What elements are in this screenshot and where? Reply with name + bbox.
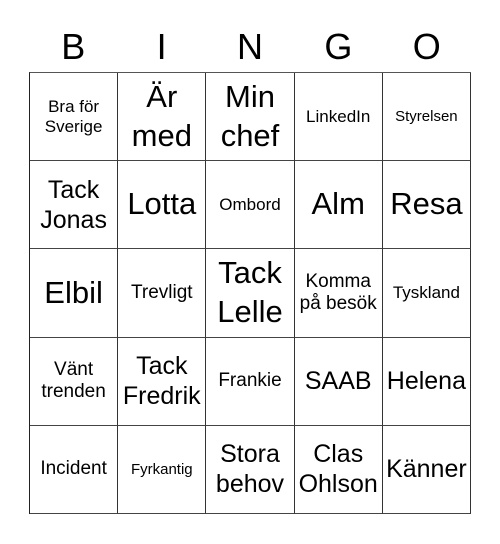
bingo-cell-r3-c1[interactable]: Elbil (30, 249, 119, 338)
bingo-cell-r1-c3[interactable]: Min chef (206, 73, 295, 162)
bingo-cell-r1-c1[interactable]: Bra för Sverige (30, 73, 119, 162)
bingo-cell-r4-c1[interactable]: Vänt trenden (30, 337, 119, 426)
bingo-cell-r4-c4[interactable]: SAAB (294, 337, 383, 426)
header-letter-n: N (236, 26, 263, 67)
header-letter-b: B (61, 26, 86, 67)
bingo-board: Bra för Sverige Är med Min chef LinkedIn Sty… (29, 72, 471, 514)
bingo-cell-label: Styrelsen (395, 107, 458, 125)
bingo-cell-label: Tack Lelle (217, 255, 283, 329)
bingo-cell-label: Alm (311, 186, 365, 222)
bingo-cell-label: Tack Jonas (40, 175, 107, 234)
bingo-cell-label: Känner (386, 455, 467, 484)
bingo-cell-label: Trevligt (130, 282, 193, 304)
bingo-cell-label: Komma på besök (299, 271, 377, 314)
bingo-cell-r3-c4[interactable]: Komma på besök (294, 249, 383, 338)
bingo-cell-label: Ombord (219, 195, 281, 215)
header-letter-g: G (324, 26, 353, 67)
bingo-cell-label: Stora behov (215, 440, 285, 499)
bingo-cell-label: Resa (390, 186, 463, 222)
bingo-cell-label: Tack Fredrik (122, 352, 201, 411)
bingo-cell-r5-c2[interactable]: Fyrkantig (118, 425, 207, 514)
bingo-cell-r1-c4[interactable]: LinkedIn (294, 73, 383, 162)
bingo-cell-label: Frankie (218, 370, 282, 392)
bingo-cell-label: Elbil (44, 274, 103, 310)
bingo-cell-label: LinkedIn (306, 106, 371, 126)
bingo-cell-r2-c3[interactable]: Ombord (206, 161, 295, 250)
bingo-cell-r5-c3[interactable]: Stora behov (206, 425, 295, 514)
bingo-cell-r4-c2[interactable]: Tack Fredrik (118, 337, 207, 426)
bingo-cell-r3-c5[interactable]: Tyskland (382, 249, 471, 338)
bingo-cell-label: Är med (131, 78, 192, 153)
bingo-cell-label: Clas Ohlson (298, 440, 378, 499)
bingo-cell-r5-c4[interactable]: Clas Ohlson (294, 425, 383, 514)
bingo-cell-label: Tyskland (392, 283, 460, 303)
bingo-cell-r3-c2[interactable]: Trevligt (118, 249, 207, 338)
bingo-cell-r5-c5[interactable]: Känner (382, 425, 471, 514)
bingo-cell-r2-c1[interactable]: Tack Jonas (30, 161, 119, 250)
bingo-header: B I N G O (29, 22, 471, 72)
bingo-cell-r1-c5[interactable]: Styrelsen (382, 73, 471, 162)
bingo-cell-r4-c3[interactable]: Frankie (206, 337, 295, 426)
bingo-cell-r2-c5[interactable]: Resa (382, 161, 471, 250)
bingo-cell-label: Incident (40, 458, 107, 480)
bingo-cell-r1-c2[interactable]: Är med (118, 73, 207, 162)
bingo-cell-r2-c4[interactable]: Alm (294, 161, 383, 250)
bingo-cell-r3-c3[interactable]: Tack Lelle (206, 249, 295, 338)
bingo-cell-label: Lotta (127, 186, 197, 222)
bingo-cell-label: Vänt trenden (41, 359, 106, 403)
header-letter-o: O (412, 26, 441, 67)
bingo-cell-r4-c5[interactable]: Helena (382, 337, 471, 426)
bingo-cell-label: Min chef (220, 78, 280, 153)
bingo-cell-r5-c1[interactable]: Incident (30, 425, 119, 514)
bingo-cell-label: Fyrkantig (130, 460, 193, 478)
bingo-cell-label: SAAB (304, 367, 372, 396)
bingo-cell-label: Helena (386, 367, 466, 396)
bingo-cell-label: Bra för Sverige (44, 97, 103, 136)
header-letter-i: I (156, 26, 167, 67)
bingo-cell-r2-c2[interactable]: Lotta (118, 161, 207, 250)
